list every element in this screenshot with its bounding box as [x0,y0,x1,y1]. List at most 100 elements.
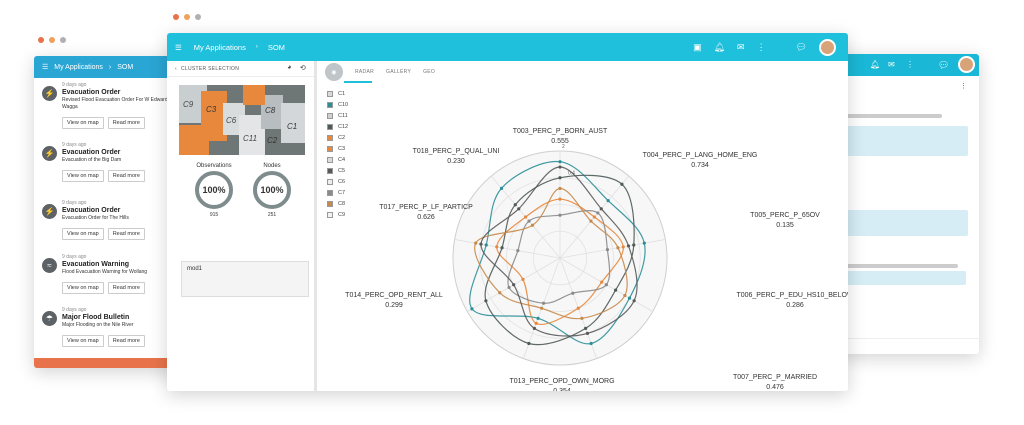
view-on-map-button[interactable]: View on map [62,282,104,294]
user-avatar[interactable] [819,39,836,56]
cluster-cell-label[interactable]: C2 [267,136,278,145]
radar-point[interactable] [498,291,502,295]
radar-point[interactable] [616,246,620,250]
radar-point[interactable] [558,186,562,191]
radar-point[interactable] [527,219,531,223]
radar-point[interactable] [512,283,516,287]
radar-point[interactable] [524,215,528,219]
radar-point[interactable] [541,301,546,305]
radar-point[interactable] [536,316,540,320]
mail-icon[interactable]: ✉ [737,42,745,53]
minimize-dot[interactable] [184,14,190,20]
radar-point[interactable] [517,207,521,211]
radar-point[interactable] [530,223,535,227]
cluster-cell-label[interactable]: C1 [287,122,297,131]
close-dot[interactable] [38,37,44,43]
chat-icon[interactable]: 💬︎ [796,42,807,53]
chat-input[interactable] [836,338,979,354]
radar-point[interactable] [589,219,593,223]
app-title[interactable]: My Applications [194,43,246,52]
radar-point[interactable] [621,245,625,249]
radar-point[interactable] [513,203,517,207]
view-on-map-button[interactable]: View on map [62,170,104,182]
radar-point[interactable] [484,299,488,303]
radar-point[interactable] [600,280,604,284]
radar-point[interactable] [627,296,632,300]
radar-point[interactable] [571,291,575,295]
close-dot[interactable] [173,14,179,20]
bell-icon[interactable]: 🔔︎ [714,42,725,53]
radar-point[interactable] [479,242,483,246]
view-on-map-button[interactable]: View on map [62,117,104,129]
radar-point[interactable] [527,341,531,346]
radar-point[interactable] [626,244,631,248]
radar-point[interactable] [584,326,588,330]
radar-point[interactable] [632,299,636,303]
bell-icon[interactable]: 🔔︎ [870,60,880,69]
read-more-button[interactable]: Read more [107,228,145,240]
cluster-cell-label[interactable]: C8 [265,106,276,115]
palette-icon[interactable]: ◕ [287,64,292,72]
radar-point[interactable] [499,186,504,190]
radar-point[interactable] [604,283,608,287]
radar-point[interactable] [532,326,536,330]
more-icon[interactable]: ⋮ [960,82,967,90]
radar-point[interactable] [580,316,584,320]
radar-point[interactable] [558,160,562,164]
mail-icon[interactable]: ✉ [888,60,895,69]
radar-point[interactable] [500,246,504,250]
radar-point[interactable] [484,243,488,247]
radar-point[interactable] [613,288,618,292]
radar-point[interactable] [470,307,474,311]
cluster-cell-label[interactable]: C9 [183,100,194,109]
som-hex-map[interactable]: C9 C3 C6 C11 C2 C8 C1 [179,85,305,155]
radar-point[interactable] [589,341,593,346]
radar-point[interactable] [507,285,511,290]
reset-icon[interactable]: ⟲ [300,64,306,72]
radar-point[interactable] [521,277,525,281]
radar-point[interactable] [596,211,600,215]
radar-point[interactable] [576,306,580,310]
radar-point[interactable] [605,248,610,252]
maximize-dot[interactable] [195,14,201,20]
read-more-button[interactable]: Read more [107,282,145,294]
radar-point[interactable] [558,165,562,169]
radar-point[interactable] [558,176,562,180]
read-more-button[interactable]: Read more [107,170,145,182]
avatar[interactable] [958,56,975,73]
radar-point[interactable] [606,199,610,203]
radar-point[interactable] [632,243,636,247]
feed-window: ☰ My Applications › SOM ⚡ 9 days ago Eva… [34,56,184,368]
radar-point[interactable] [540,306,544,310]
view-on-map-button[interactable]: View on map [62,228,104,240]
radar-point[interactable] [620,182,624,186]
chat-icon[interactable]: 💬︎ [938,60,949,71]
radar-point[interactable] [516,248,520,253]
comment-icon[interactable]: ▣ [693,42,702,53]
read-more-button[interactable]: Read more [107,335,145,347]
read-more-button[interactable]: Read more [107,117,145,129]
back-icon[interactable]: ‹ [175,66,177,72]
more-icon[interactable]: ⋮ [757,42,766,53]
maximize-dot[interactable] [60,37,66,43]
minimize-dot[interactable] [49,37,55,43]
menu-icon[interactable]: ☰ [42,63,48,71]
model-box[interactable]: mod1 [181,261,309,297]
cluster-cell-label[interactable]: C6 [226,116,237,125]
more-icon[interactable]: ⋮ [906,60,914,69]
radar-point[interactable] [558,197,562,201]
radar-point[interactable] [558,213,562,217]
view-on-map-button[interactable]: View on map [62,335,104,347]
cluster-cell-label[interactable]: C3 [206,105,217,114]
radar-point[interactable] [599,207,603,211]
cluster-cell-label[interactable]: C11 [243,134,257,143]
radar-point[interactable] [534,321,538,325]
radar-point[interactable] [592,215,596,219]
radar-point[interactable] [623,293,627,298]
radar-point[interactable] [585,331,590,336]
menu-icon[interactable]: ☰ [175,43,182,52]
radar-point[interactable] [474,241,478,245]
radar-point[interactable] [642,241,646,245]
radar-point[interactable] [495,245,499,249]
axis-name: T013_PERC_OPD_OWN_MORG [509,378,615,385]
